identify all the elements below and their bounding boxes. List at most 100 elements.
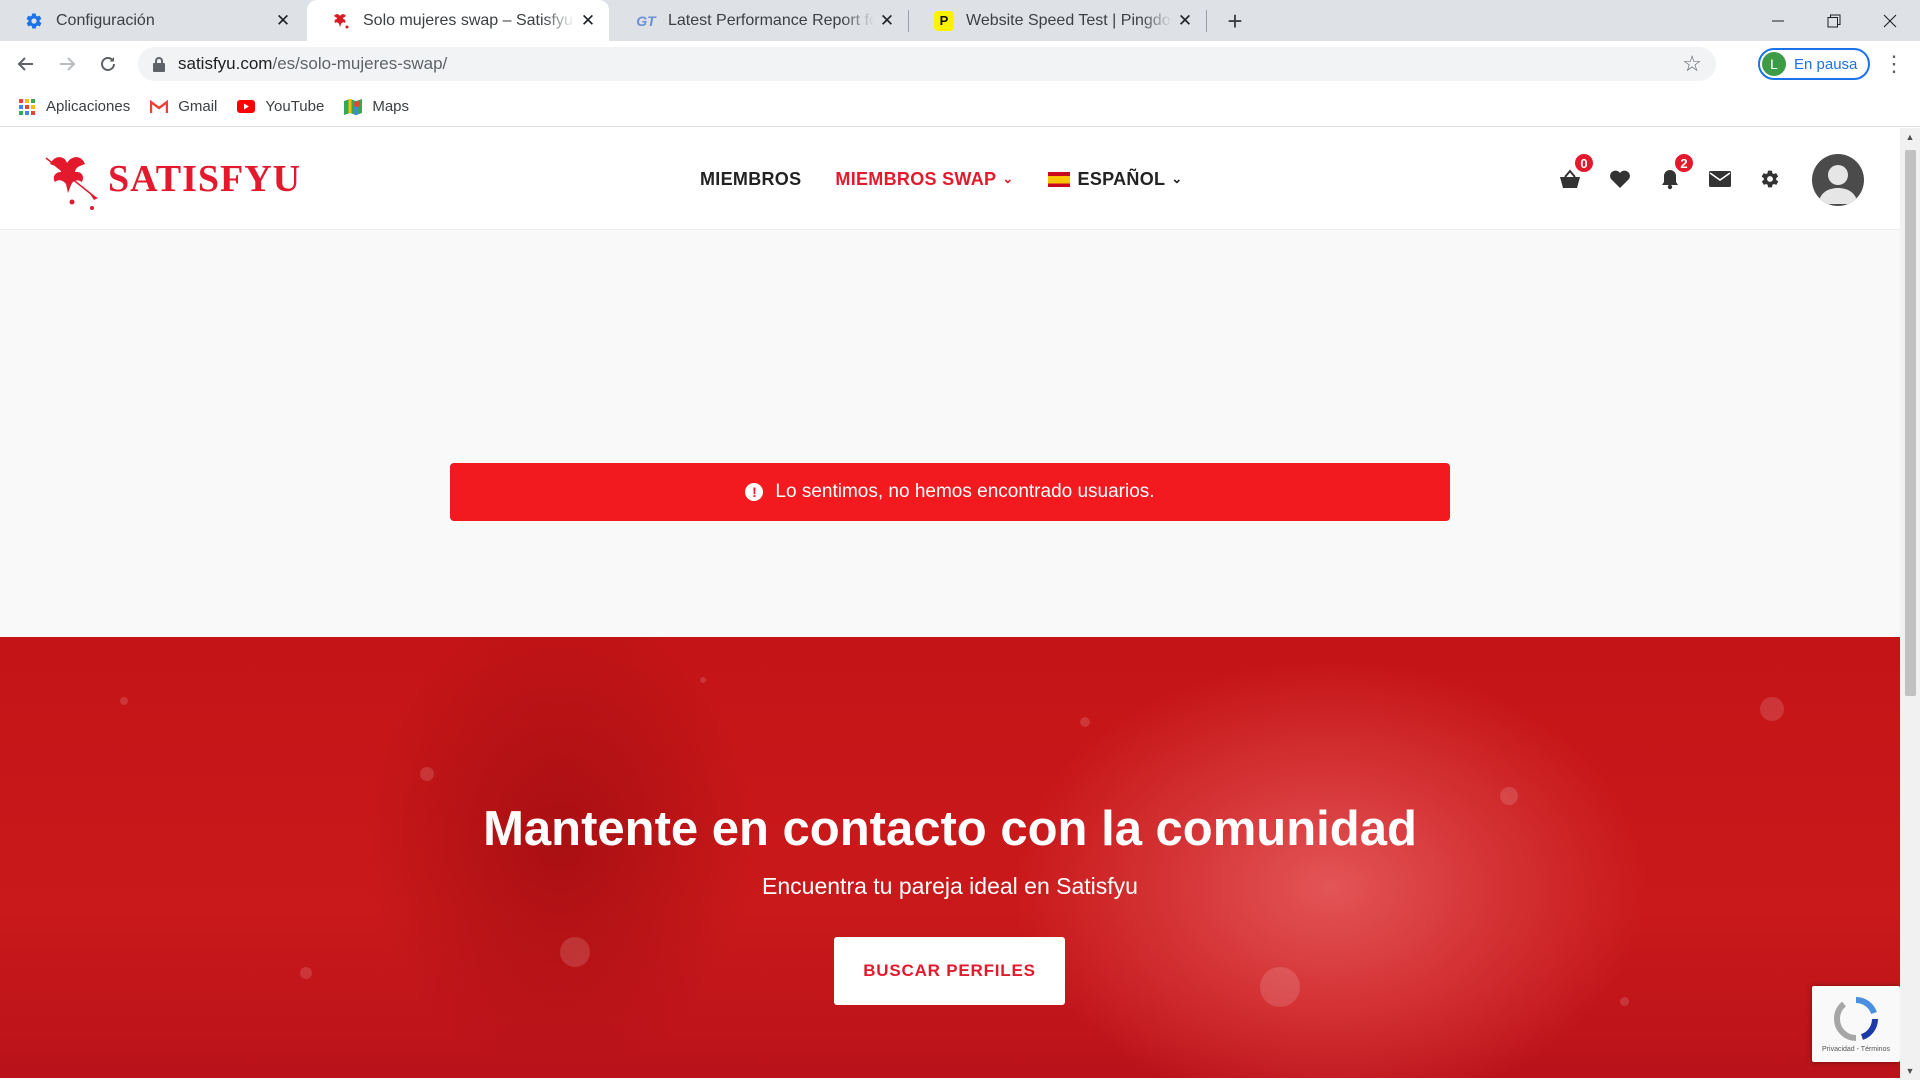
- tab-settings[interactable]: Configuración ✕: [0, 0, 304, 41]
- minimize-button[interactable]: [1750, 0, 1806, 41]
- nav-label: MIEMBROS SWAP: [835, 168, 997, 189]
- bookmark-gmail[interactable]: Gmail: [150, 98, 217, 116]
- bookmark-maps[interactable]: Maps: [344, 98, 409, 116]
- favorites-button[interactable]: [1605, 164, 1635, 194]
- spain-flag-icon: [1047, 171, 1070, 187]
- close-icon[interactable]: ✕: [575, 8, 601, 34]
- banner-subtitle: Encuentra tu pareja ideal en Satisfyu: [762, 873, 1138, 899]
- banner-title: Mantente en contacto con la comunidad: [483, 802, 1417, 856]
- site-header: SATISFYU MIEMBROS MIEMBROS SWAP ⌄ ESPAÑOL…: [0, 128, 1900, 230]
- background-speck: [420, 767, 434, 781]
- profile-avatar: L: [1762, 52, 1786, 76]
- forward-button[interactable]: [51, 48, 83, 80]
- tab-title: Latest Performance Report for: ht: [668, 11, 874, 29]
- background-speck: [1620, 997, 1629, 1006]
- back-button[interactable]: [10, 48, 42, 80]
- nav-label: ESPAÑOL: [1077, 168, 1166, 189]
- main-nav: MIEMBROS MIEMBROS SWAP ⌄ ESPAÑOL ⌄: [700, 128, 1217, 230]
- chevron-down-icon: ⌄: [1171, 171, 1183, 186]
- recaptcha-icon: [1834, 996, 1878, 1041]
- site-logo[interactable]: SATISFYU: [42, 146, 301, 212]
- background-speck: [1080, 717, 1090, 727]
- bookmark-star-icon[interactable]: ☆: [1682, 51, 1702, 77]
- recaptcha-badge[interactable]: Privacidad - Términos: [1812, 986, 1900, 1062]
- notifications-badge: 2: [1673, 152, 1695, 174]
- background-speck: [700, 677, 706, 683]
- nav-miembros[interactable]: MIEMBROS: [700, 169, 801, 190]
- bookmark-label: Gmail: [178, 98, 218, 115]
- tab-title: Solo mujeres swap – Satisfyu: [363, 11, 573, 29]
- menu-kebab-icon[interactable]: ⋮: [1880, 48, 1908, 80]
- nav-language[interactable]: ESPAÑOL ⌄: [1047, 168, 1183, 190]
- tab-title: Website Speed Test | Pingdom To: [966, 11, 1172, 29]
- community-banner: Mantente en contacto con la comunidad En…: [0, 637, 1900, 1078]
- nav-label: MIEMBROS: [700, 168, 802, 189]
- recaptcha-links[interactable]: Privacidad - Términos: [1822, 1046, 1890, 1053]
- lock-icon: [152, 56, 166, 72]
- scrollbar-thumb[interactable]: [1905, 150, 1916, 696]
- bookmark-label: YouTube: [265, 98, 325, 115]
- tab-title: Configuración: [56, 11, 155, 29]
- no-users-alert: ! Lo sentimos, no hemos encontrado usuar…: [450, 463, 1450, 521]
- tab-gtmetrix[interactable]: GT Latest Performance Report for: ht ✕: [612, 0, 908, 41]
- reload-button[interactable]: [92, 48, 124, 80]
- background-speck: [1760, 697, 1784, 721]
- bookmarks-bar: Aplicaciones Gmail YouTube Maps: [0, 87, 1920, 127]
- close-icon[interactable]: ✕: [874, 8, 900, 34]
- tab-pingdom[interactable]: P Website Speed Test | Pingdom To ✕: [910, 0, 1206, 41]
- exclamation-icon: !: [745, 483, 764, 501]
- page-viewport: SATISFYU MIEMBROS MIEMBROS SWAP ⌄ ESPAÑOL…: [0, 128, 1900, 1078]
- maps-icon: [344, 98, 363, 116]
- cupid-icon: [331, 11, 351, 31]
- envelope-icon: [1709, 171, 1731, 187]
- nav-miembros-swap[interactable]: MIEMBROS SWAP ⌄: [835, 169, 1013, 190]
- user-icon: [1818, 165, 1858, 204]
- background-speck: [300, 967, 312, 979]
- cart-badge: 0: [1573, 152, 1595, 174]
- tab-solo-mujeres-swap[interactable]: Solo mujeres swap – Satisfyu ✕: [307, 0, 609, 41]
- close-icon[interactable]: ✕: [1172, 8, 1198, 34]
- user-avatar[interactable]: [1812, 154, 1864, 206]
- header-icons: 0 2: [1555, 128, 1805, 230]
- restore-button[interactable]: [1806, 0, 1862, 41]
- tab-separator: [1206, 10, 1207, 32]
- profile-status: En pausa: [1794, 55, 1858, 73]
- address-bar[interactable]: satisfyu.com/es/solo-mujeres-swap/ ☆: [138, 47, 1716, 81]
- url-text: satisfyu.com/es/solo-mujeres-swap/: [178, 54, 447, 74]
- search-profiles-button[interactable]: BUSCAR PERFILES: [834, 937, 1065, 1005]
- messages-button[interactable]: [1705, 164, 1735, 194]
- scrollbar[interactable]: ▲ ▼: [1900, 128, 1920, 1080]
- cart-button[interactable]: 0: [1555, 152, 1595, 194]
- cupid-icon: [45, 157, 98, 210]
- gear-icon: [24, 11, 44, 31]
- gtmetrix-icon: GT: [636, 12, 656, 29]
- background-speck: [560, 937, 590, 967]
- browser-window: Configuración ✕ Solo mujeres swap – Sati…: [0, 0, 1920, 1080]
- chevron-down-icon: ⌄: [1002, 171, 1014, 186]
- bookmark-label: Maps: [372, 98, 410, 115]
- scroll-down-arrow-icon[interactable]: ▼: [1905, 1066, 1915, 1076]
- tab-strip: Configuración ✕ Solo mujeres swap – Sati…: [0, 0, 1920, 41]
- pingdom-icon: P: [934, 10, 954, 31]
- profile-button[interactable]: L En pausa: [1758, 48, 1870, 80]
- notifications-button[interactable]: 2: [1655, 152, 1695, 194]
- gmail-icon: [150, 98, 169, 116]
- apps-grid-icon: [18, 98, 36, 116]
- heart-icon: [1610, 170, 1630, 188]
- gear-icon: [1761, 170, 1779, 188]
- settings-button[interactable]: [1755, 164, 1785, 194]
- logo-text: SATISFYU: [108, 158, 302, 200]
- url-domain: satisfyu.com: [178, 54, 273, 73]
- close-icon[interactable]: ✕: [270, 8, 296, 34]
- scroll-up-arrow-icon[interactable]: ▲: [1905, 132, 1915, 142]
- bookmark-youtube[interactable]: YouTube: [237, 98, 324, 116]
- background-speck: [1260, 967, 1300, 1007]
- bookmark-label: Aplicaciones: [46, 98, 131, 115]
- bookmark-apps[interactable]: Aplicaciones: [18, 98, 130, 116]
- alert-message: Lo sentimos, no hemos encontrado usuario…: [775, 481, 1155, 502]
- close-window-button[interactable]: [1862, 0, 1918, 41]
- background-speck: [120, 697, 128, 705]
- youtube-icon: [237, 98, 256, 116]
- tab-separator: [908, 10, 909, 32]
- new-tab-button[interactable]: +: [1220, 6, 1250, 36]
